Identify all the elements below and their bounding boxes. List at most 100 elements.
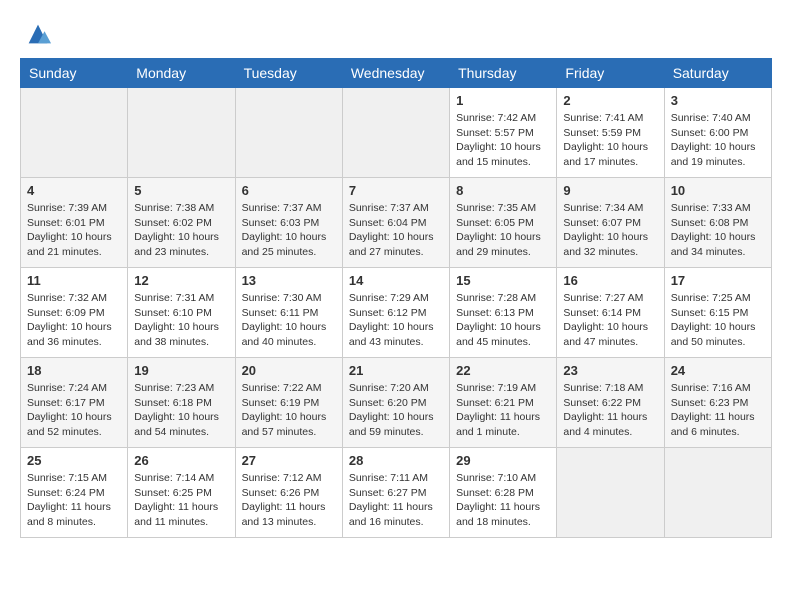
calendar-cell: 3 Sunrise: 7:40 AM Sunset: 6:00 PM Daylig… xyxy=(664,88,771,178)
day-number: 28 xyxy=(349,453,443,468)
day-info: Sunrise: 7:33 AM Sunset: 6:08 PM Dayligh… xyxy=(671,201,765,260)
day-number: 17 xyxy=(671,273,765,288)
day-info: Sunrise: 7:12 AM Sunset: 6:26 PM Dayligh… xyxy=(242,471,336,530)
day-info: Sunrise: 7:10 AM Sunset: 6:28 PM Dayligh… xyxy=(456,471,550,530)
day-number: 3 xyxy=(671,93,765,108)
calendar-cell: 6 Sunrise: 7:37 AM Sunset: 6:03 PM Daylig… xyxy=(235,178,342,268)
day-number: 4 xyxy=(27,183,121,198)
day-info: Sunrise: 7:23 AM Sunset: 6:18 PM Dayligh… xyxy=(134,381,228,440)
day-info: Sunrise: 7:22 AM Sunset: 6:19 PM Dayligh… xyxy=(242,381,336,440)
day-number: 11 xyxy=(27,273,121,288)
calendar-cell xyxy=(235,88,342,178)
calendar-cell: 7 Sunrise: 7:37 AM Sunset: 6:04 PM Daylig… xyxy=(342,178,449,268)
day-number: 16 xyxy=(563,273,657,288)
day-info: Sunrise: 7:30 AM Sunset: 6:11 PM Dayligh… xyxy=(242,291,336,350)
calendar-cell: 24 Sunrise: 7:16 AM Sunset: 6:23 PM Dayli… xyxy=(664,358,771,448)
calendar-cell xyxy=(128,88,235,178)
day-info: Sunrise: 7:40 AM Sunset: 6:00 PM Dayligh… xyxy=(671,111,765,170)
calendar-cell: 14Sunrise: 7:29 AM Sunset: 6:12 PM Dayli… xyxy=(342,268,449,358)
calendar-cell: 19 Sunrise: 7:23 AM Sunset: 6:18 PM Dayli… xyxy=(128,358,235,448)
day-number: 18 xyxy=(27,363,121,378)
day-info: Sunrise: 7:37 AM Sunset: 6:04 PM Dayligh… xyxy=(349,201,443,260)
calendar-cell: 27Sunrise: 7:12 AM Sunset: 6:26 PM Dayli… xyxy=(235,448,342,538)
calendar-cell xyxy=(342,88,449,178)
week-row-1: 1 Sunrise: 7:42 AM Sunset: 5:57 PM Daylig… xyxy=(21,88,772,178)
day-number: 19 xyxy=(134,363,228,378)
calendar-cell: 10 Sunrise: 7:33 AM Sunset: 6:08 PM Dayli… xyxy=(664,178,771,268)
day-info: Sunrise: 7:42 AM Sunset: 5:57 PM Dayligh… xyxy=(456,111,550,170)
calendar-cell xyxy=(664,448,771,538)
day-info: Sunrise: 7:20 AM Sunset: 6:20 PM Dayligh… xyxy=(349,381,443,440)
calendar-cell: 8 Sunrise: 7:35 AM Sunset: 6:05 PM Daylig… xyxy=(450,178,557,268)
day-number: 29 xyxy=(456,453,550,468)
day-info: Sunrise: 7:31 AM Sunset: 6:10 PM Dayligh… xyxy=(134,291,228,350)
calendar-cell: 1 Sunrise: 7:42 AM Sunset: 5:57 PM Daylig… xyxy=(450,88,557,178)
day-number: 1 xyxy=(456,93,550,108)
calendar-cell: 12 Sunrise: 7:31 AM Sunset: 6:10 PM Dayli… xyxy=(128,268,235,358)
calendar-cell: 26 Sunrise: 7:14 AM Sunset: 6:25 PM Dayli… xyxy=(128,448,235,538)
day-info: Sunrise: 7:16 AM Sunset: 6:23 PM Dayligh… xyxy=(671,381,765,440)
calendar-cell: 2 Sunrise: 7:41 AM Sunset: 5:59 PM Daylig… xyxy=(557,88,664,178)
page-header xyxy=(20,20,772,48)
day-number: 8 xyxy=(456,183,550,198)
day-number: 13 xyxy=(242,273,336,288)
calendar-cell: 16 Sunrise: 7:27 AM Sunset: 6:14 PM Dayli… xyxy=(557,268,664,358)
calendar-cell: 20 Sunrise: 7:22 AM Sunset: 6:19 PM Dayli… xyxy=(235,358,342,448)
calendar-cell: 29 Sunrise: 7:10 AM Sunset: 6:28 PM Dayli… xyxy=(450,448,557,538)
day-number: 5 xyxy=(134,183,228,198)
day-info: Sunrise: 7:41 AM Sunset: 5:59 PM Dayligh… xyxy=(563,111,657,170)
day-number: 7 xyxy=(349,183,443,198)
day-number: 12 xyxy=(134,273,228,288)
calendar-cell: 22 Sunrise: 7:19 AM Sunset: 6:21 PM Dayli… xyxy=(450,358,557,448)
day-number: 9 xyxy=(563,183,657,198)
day-info: Sunrise: 7:34 AM Sunset: 6:07 PM Dayligh… xyxy=(563,201,657,260)
day-number: 20 xyxy=(242,363,336,378)
calendar-cell xyxy=(21,88,128,178)
day-number: 2 xyxy=(563,93,657,108)
day-info: Sunrise: 7:25 AM Sunset: 6:15 PM Dayligh… xyxy=(671,291,765,350)
day-info: Sunrise: 7:27 AM Sunset: 6:14 PM Dayligh… xyxy=(563,291,657,350)
header-cell-tuesday: Tuesday xyxy=(235,59,342,88)
day-number: 26 xyxy=(134,453,228,468)
day-number: 23 xyxy=(563,363,657,378)
calendar-cell: 9 Sunrise: 7:34 AM Sunset: 6:07 PM Daylig… xyxy=(557,178,664,268)
calendar-cell: 11Sunrise: 7:32 AM Sunset: 6:09 PM Dayli… xyxy=(21,268,128,358)
calendar-cell xyxy=(557,448,664,538)
day-number: 25 xyxy=(27,453,121,468)
calendar-header: SundayMondayTuesdayWednesdayThursdayFrid… xyxy=(21,59,772,88)
header-cell-wednesday: Wednesday xyxy=(342,59,449,88)
week-row-5: 25 Sunrise: 7:15 AM Sunset: 6:24 PM Dayli… xyxy=(21,448,772,538)
calendar-cell: 28 Sunrise: 7:11 AM Sunset: 6:27 PM Dayli… xyxy=(342,448,449,538)
day-info: Sunrise: 7:35 AM Sunset: 6:05 PM Dayligh… xyxy=(456,201,550,260)
logo xyxy=(20,20,52,48)
day-info: Sunrise: 7:24 AM Sunset: 6:17 PM Dayligh… xyxy=(27,381,121,440)
week-row-2: 4 Sunrise: 7:39 AM Sunset: 6:01 PM Daylig… xyxy=(21,178,772,268)
day-info: Sunrise: 7:14 AM Sunset: 6:25 PM Dayligh… xyxy=(134,471,228,530)
calendar-body: 1 Sunrise: 7:42 AM Sunset: 5:57 PM Daylig… xyxy=(21,88,772,538)
calendar-table: SundayMondayTuesdayWednesdayThursdayFrid… xyxy=(20,58,772,538)
day-number: 15 xyxy=(456,273,550,288)
week-row-3: 11Sunrise: 7:32 AM Sunset: 6:09 PM Dayli… xyxy=(21,268,772,358)
day-info: Sunrise: 7:38 AM Sunset: 6:02 PM Dayligh… xyxy=(134,201,228,260)
day-number: 14 xyxy=(349,273,443,288)
day-info: Sunrise: 7:37 AM Sunset: 6:03 PM Dayligh… xyxy=(242,201,336,260)
calendar-cell: 25 Sunrise: 7:15 AM Sunset: 6:24 PM Dayli… xyxy=(21,448,128,538)
day-number: 24 xyxy=(671,363,765,378)
day-info: Sunrise: 7:39 AM Sunset: 6:01 PM Dayligh… xyxy=(27,201,121,260)
day-number: 22 xyxy=(456,363,550,378)
day-info: Sunrise: 7:19 AM Sunset: 6:21 PM Dayligh… xyxy=(456,381,550,440)
header-cell-friday: Friday xyxy=(557,59,664,88)
header-cell-saturday: Saturday xyxy=(664,59,771,88)
calendar-cell: 23Sunrise: 7:18 AM Sunset: 6:22 PM Dayli… xyxy=(557,358,664,448)
day-info: Sunrise: 7:28 AM Sunset: 6:13 PM Dayligh… xyxy=(456,291,550,350)
week-row-4: 18 Sunrise: 7:24 AM Sunset: 6:17 PM Dayli… xyxy=(21,358,772,448)
calendar-cell: 21Sunrise: 7:20 AM Sunset: 6:20 PM Dayli… xyxy=(342,358,449,448)
day-number: 6 xyxy=(242,183,336,198)
day-info: Sunrise: 7:11 AM Sunset: 6:27 PM Dayligh… xyxy=(349,471,443,530)
day-info: Sunrise: 7:15 AM Sunset: 6:24 PM Dayligh… xyxy=(27,471,121,530)
calendar-cell: 15 Sunrise: 7:28 AM Sunset: 6:13 PM Dayli… xyxy=(450,268,557,358)
day-number: 10 xyxy=(671,183,765,198)
calendar-cell: 4 Sunrise: 7:39 AM Sunset: 6:01 PM Daylig… xyxy=(21,178,128,268)
header-cell-sunday: Sunday xyxy=(21,59,128,88)
logo-icon xyxy=(24,20,52,48)
